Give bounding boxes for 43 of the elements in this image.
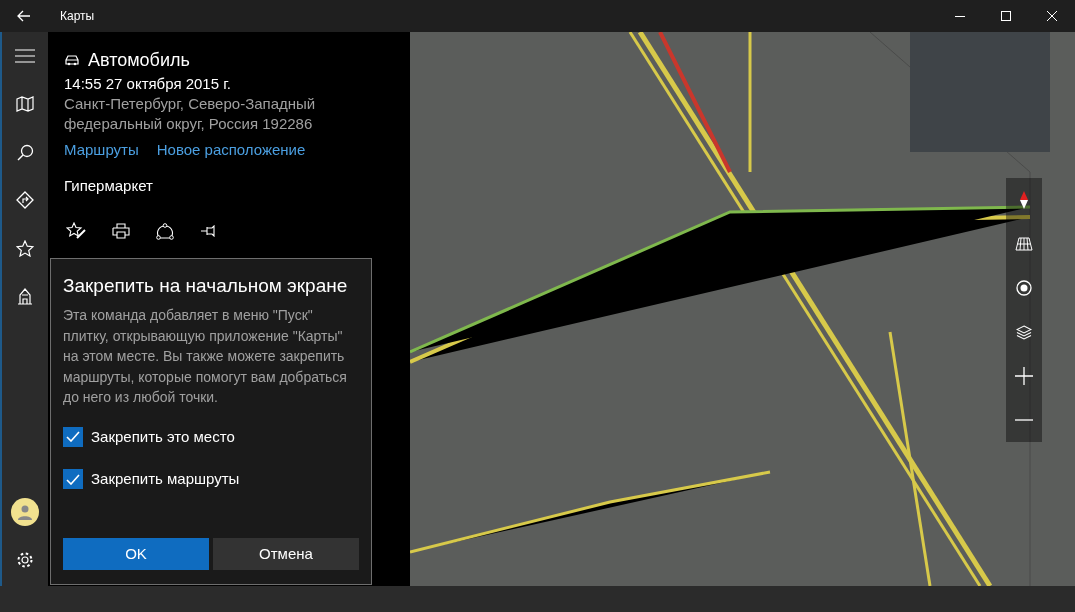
layers-icon xyxy=(1016,324,1032,340)
share-button[interactable] xyxy=(156,222,174,240)
share-icon xyxy=(156,222,174,240)
flyout-description: Эта команда добавляет в меню "Пуск" плитку, открывающую приложение "Карты" на этом месте. Вы также можете закрепить маршруты, которые помогут вам добраться до него из любой точки. xyxy=(63,306,348,407)
star-icon xyxy=(16,239,34,257)
pin-icon xyxy=(200,225,218,237)
ok-button[interactable]: OK xyxy=(63,538,209,570)
location-icon xyxy=(1016,280,1032,296)
minimize-icon xyxy=(955,15,965,17)
plus-icon xyxy=(1015,367,1033,385)
minus-icon xyxy=(1015,419,1033,421)
maximize-icon xyxy=(1001,11,1011,21)
map-icon xyxy=(16,96,34,112)
place-datetime: 14:55 27 октября 2015 г. xyxy=(64,74,233,94)
place-link[interactable]: Маршруты xyxy=(64,140,139,160)
back-icon xyxy=(17,10,31,22)
place-address: Санкт-Петербург, Северо-Западный федеральный округ, Россия 192286 xyxy=(64,94,317,134)
checkbox[interactable] xyxy=(63,469,83,490)
print-icon xyxy=(112,223,130,239)
pin-button[interactable] xyxy=(200,225,218,237)
print-button[interactable] xyxy=(112,223,130,239)
compass-icon xyxy=(1020,191,1028,209)
menu-icon xyxy=(15,49,35,63)
settings-icon xyxy=(16,551,34,569)
user-icon xyxy=(17,504,33,520)
star-pen-icon xyxy=(66,222,86,240)
place-title: Автомобиль xyxy=(88,49,190,72)
favorite-button[interactable] xyxy=(66,222,86,240)
directions-icon xyxy=(16,191,34,209)
car-icon xyxy=(64,54,80,66)
avatar[interactable] xyxy=(11,498,39,526)
building-icon xyxy=(17,287,33,305)
checkbox-label: Закрепить маршруты xyxy=(91,469,240,489)
grid-icon xyxy=(1015,237,1033,251)
window-title: Карты xyxy=(60,8,95,25)
checkbox[interactable] xyxy=(63,426,83,447)
checkbox-label: Закрепить это место xyxy=(91,426,235,447)
close-icon xyxy=(1047,11,1057,21)
place-category: Гипермаркет xyxy=(64,176,154,196)
place-link[interactable]: Новое расположение xyxy=(156,140,306,160)
flyout-title: Закрепить на начальном экране xyxy=(63,274,349,298)
cancel-button[interactable]: Отмена xyxy=(213,538,359,570)
search-icon xyxy=(16,143,34,161)
